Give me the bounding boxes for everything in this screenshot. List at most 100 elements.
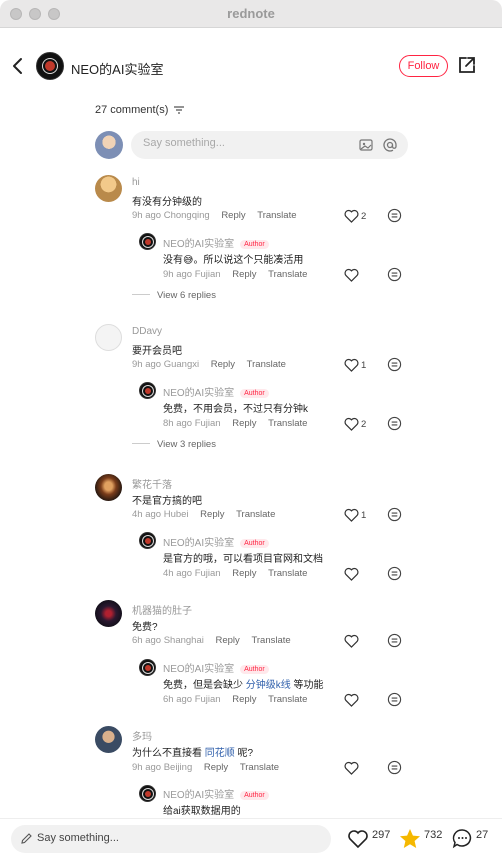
reply-username-text[interactable]: NEO的AI实验室 <box>163 538 234 549</box>
reply-button[interactable]: Reply <box>216 635 240 646</box>
translate-button[interactable]: Translate <box>268 568 307 579</box>
like-count: 1 <box>361 360 367 371</box>
like-icon[interactable] <box>344 761 359 775</box>
comment-username[interactable]: DDavy <box>132 326 162 337</box>
user-avatar[interactable] <box>95 726 122 753</box>
view-replies-button[interactable]: View 3 replies <box>132 439 216 450</box>
reply-text: 没有😅。所以说这个只能凑活用 <box>163 251 303 266</box>
reply-button[interactable]: Reply <box>200 509 224 520</box>
more-options-icon[interactable] <box>387 633 402 648</box>
like-icon[interactable] <box>344 417 359 431</box>
comment-time: 4h ago <box>132 509 162 520</box>
reply-username[interactable]: NEO的AI实验室 Author <box>163 660 269 675</box>
comment-meta: 6h ago Shanghai Reply Translate <box>132 635 291 646</box>
channel-avatar[interactable] <box>36 52 64 80</box>
bottom-action-bar: 297 732 27 <box>0 818 502 859</box>
translate-button[interactable]: Translate <box>251 635 290 646</box>
reply-username[interactable]: NEO的AI实验室 Author <box>163 786 269 801</box>
sort-icon[interactable] <box>174 106 185 114</box>
translate-button[interactable]: Translate <box>257 210 296 221</box>
user-avatar[interactable] <box>95 324 122 351</box>
bottom-comment-input[interactable] <box>37 832 297 844</box>
like-post-icon[interactable] <box>347 829 369 849</box>
comment-meta: 4h ago Hubei Reply Translate <box>132 509 275 520</box>
user-avatar[interactable] <box>95 175 122 202</box>
more-options-icon[interactable] <box>387 760 402 775</box>
author-avatar[interactable] <box>139 659 156 676</box>
translate-button[interactable]: Translate <box>268 269 307 280</box>
reply-username[interactable]: NEO的AI实验室 Author <box>163 235 269 250</box>
user-avatar[interactable] <box>95 474 122 501</box>
more-options-icon[interactable] <box>387 566 402 581</box>
comment-icon[interactable] <box>452 828 473 849</box>
translate-button[interactable]: Translate <box>268 694 307 705</box>
reply-meta: 4h ago Fujian Reply Translate <box>163 568 307 579</box>
view-replies-label[interactable]: View 3 replies <box>157 439 216 450</box>
reply-text-part: 。所以说这个只能凑活用 <box>193 255 304 266</box>
channel-name[interactable]: NEO的AI实验室 <box>71 59 163 78</box>
share-icon[interactable] <box>457 55 477 75</box>
reply-username-text[interactable]: NEO的AI实验室 <box>163 239 234 250</box>
reply-location: Fujian <box>194 418 221 429</box>
comment-username[interactable]: 多玛 <box>132 728 152 743</box>
comment-location: Guangxi <box>163 359 200 370</box>
reply-button[interactable]: Reply <box>204 762 228 773</box>
reply-button[interactable]: Reply <box>221 210 245 221</box>
reply-username[interactable]: NEO的AI实验室 Author <box>163 384 269 399</box>
mention-icon[interactable] <box>382 137 398 153</box>
author-avatar[interactable] <box>139 785 156 802</box>
like-icon[interactable] <box>344 508 359 522</box>
more-options-icon[interactable] <box>387 692 402 707</box>
more-options-icon[interactable] <box>387 416 402 431</box>
translate-button[interactable]: Translate <box>247 359 286 370</box>
like-icon[interactable] <box>344 567 359 581</box>
view-replies-button[interactable]: View 6 replies <box>132 290 216 301</box>
author-avatar[interactable] <box>139 233 156 250</box>
bottom-comment-input-box[interactable] <box>11 825 331 853</box>
more-options-icon[interactable] <box>387 357 402 372</box>
star-icon[interactable] <box>399 828 421 849</box>
more-options-icon[interactable] <box>387 208 402 223</box>
author-badge: Author <box>240 665 269 674</box>
translate-button[interactable]: Translate <box>268 418 307 429</box>
reply-username-text[interactable]: NEO的AI实验室 <box>163 664 234 675</box>
comment-input-box[interactable] <box>131 131 408 159</box>
like-icon[interactable] <box>344 693 359 707</box>
user-avatar[interactable] <box>95 600 122 627</box>
reply-button[interactable]: Reply <box>232 418 256 429</box>
image-icon[interactable] <box>358 137 374 153</box>
follow-button[interactable]: Follow <box>399 55 448 77</box>
author-badge: Author <box>240 389 269 398</box>
comment-text: 免费? <box>132 622 158 633</box>
comment-input[interactable] <box>143 137 343 149</box>
translate-button[interactable]: Translate <box>236 509 275 520</box>
like-icon[interactable] <box>344 358 359 372</box>
like-icon[interactable] <box>344 209 359 223</box>
reply-button[interactable]: Reply <box>211 359 235 370</box>
comment-text: 要开会员吧 <box>132 346 182 357</box>
comment-meta: 9h ago Beijing Reply Translate <box>132 762 279 773</box>
comment-username[interactable]: 机器猫的肚子 <box>132 602 192 617</box>
translate-button[interactable]: Translate <box>240 762 279 773</box>
reply-username-text[interactable]: NEO的AI实验室 <box>163 790 234 801</box>
comment-username[interactable]: hi <box>132 177 140 188</box>
more-options-icon[interactable] <box>387 507 402 522</box>
reply-button[interactable]: Reply <box>232 269 256 280</box>
like-icon[interactable] <box>344 634 359 648</box>
search-link[interactable]: 同花顺 <box>205 748 235 759</box>
like-icon[interactable] <box>344 268 359 282</box>
author-avatar[interactable] <box>139 382 156 399</box>
author-avatar[interactable] <box>139 532 156 549</box>
reply-username-text[interactable]: NEO的AI实验室 <box>163 388 234 399</box>
back-arrow-icon[interactable] <box>8 54 28 78</box>
search-link[interactable]: 分钟级k线 <box>246 680 291 691</box>
like-count: 1 <box>361 510 367 521</box>
reply-time: 8h ago <box>163 418 193 429</box>
comment-username[interactable]: 繁花千落 <box>132 476 172 491</box>
view-replies-label[interactable]: View 6 replies <box>157 290 216 301</box>
reply-username[interactable]: NEO的AI实验室 Author <box>163 534 269 549</box>
reply-button[interactable]: Reply <box>232 694 256 705</box>
reply-button[interactable]: Reply <box>232 568 256 579</box>
more-options-icon[interactable] <box>387 267 402 282</box>
emoji: 😅 <box>183 255 194 266</box>
